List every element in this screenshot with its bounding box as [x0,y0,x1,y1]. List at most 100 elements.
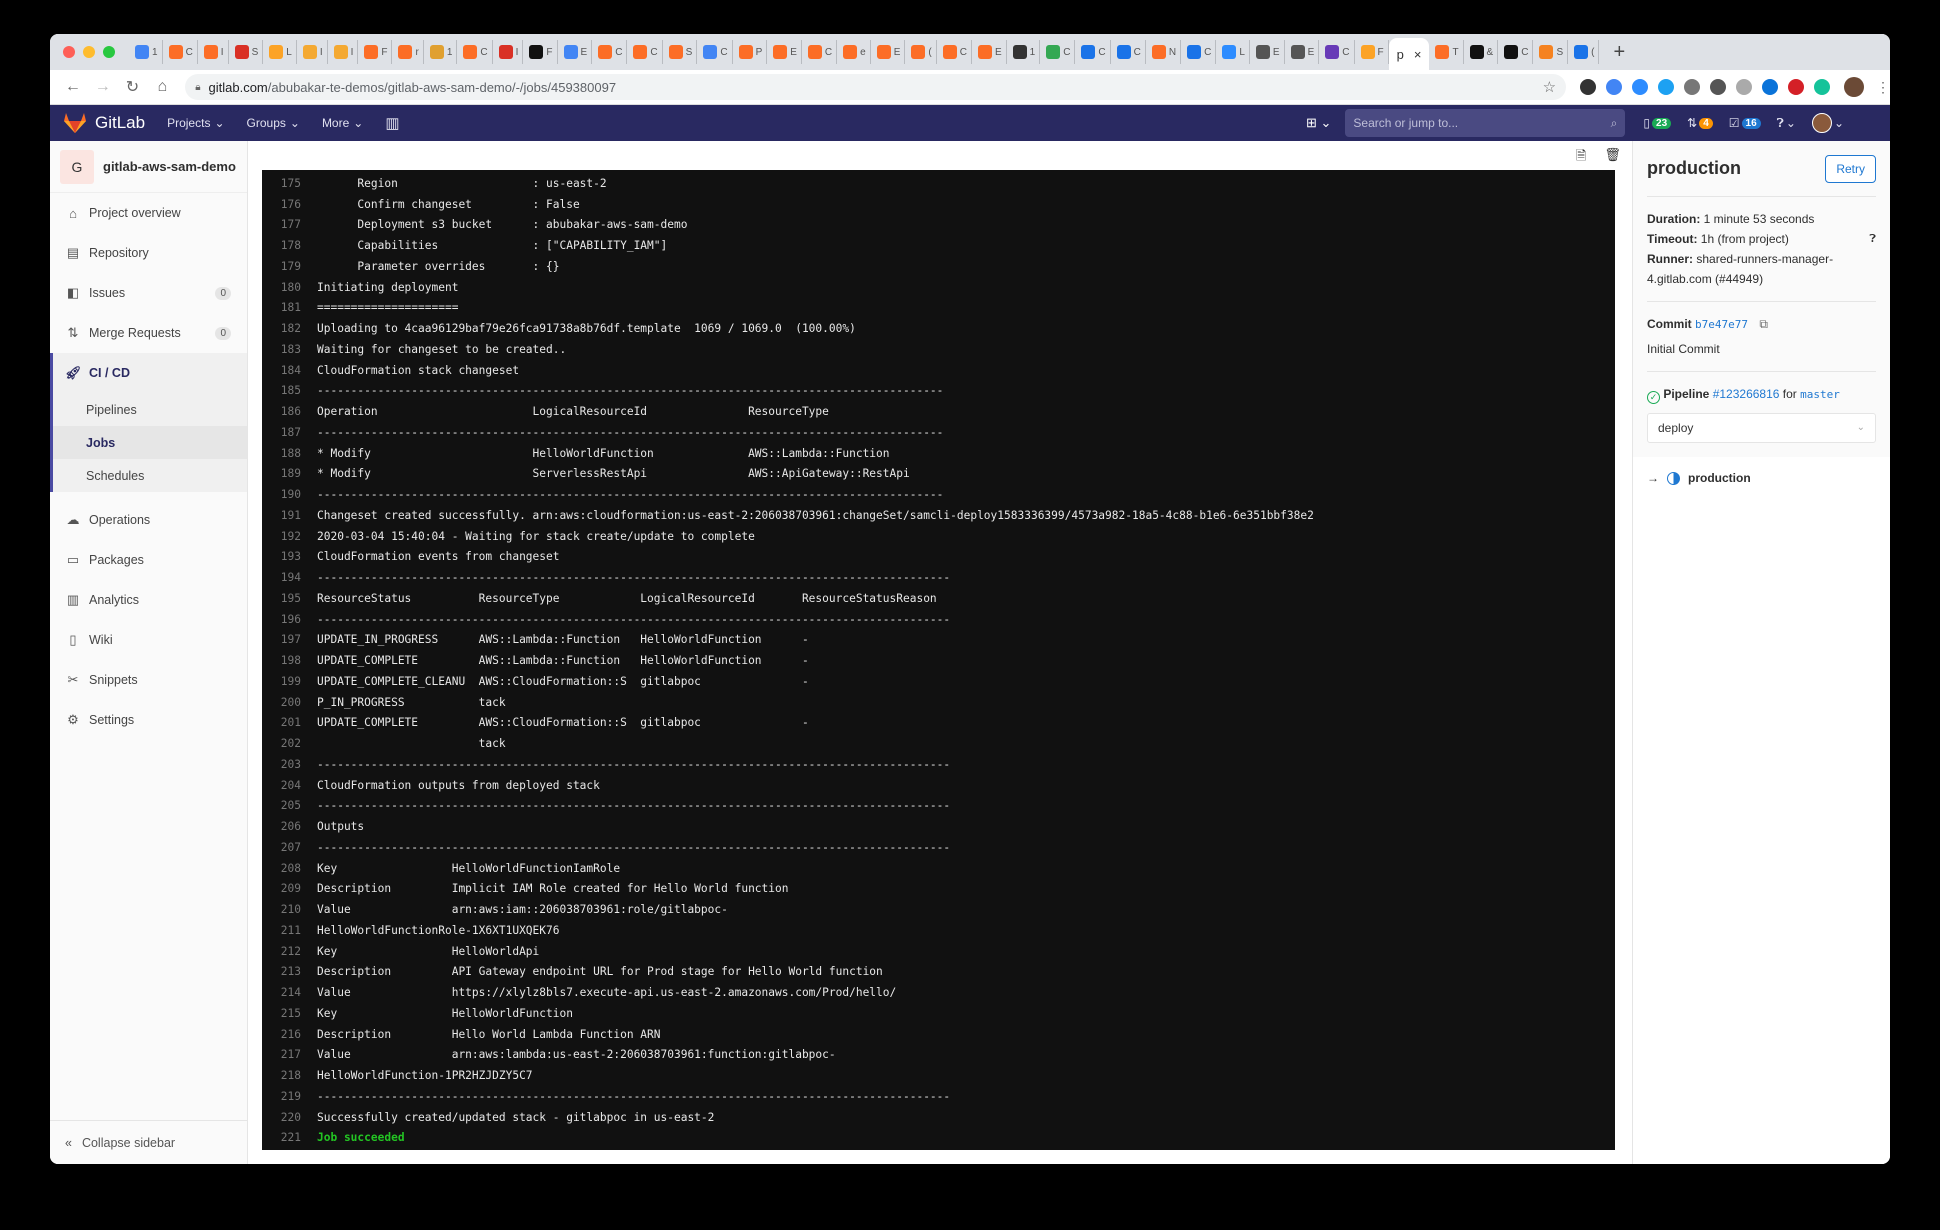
browser-tab[interactable]: E [1285,40,1320,64]
browser-tab[interactable]: S [1533,40,1569,64]
line-number[interactable]: 177 [262,218,317,231]
browser-tab[interactable]: F [358,40,393,64]
sidebar-item-merge-requests[interactable]: ⇅ Merge Requests 0 [50,313,247,353]
raw-log-icon[interactable]: 🗎︎ [1576,147,1586,169]
gitlab-logo[interactable]: GitLab [64,113,145,133]
line-number[interactable]: 191 [262,509,317,522]
line-number[interactable]: 200 [262,696,317,709]
job-list-item[interactable]: → production [1633,457,1890,499]
browser-tab[interactable]: 1 [1007,40,1041,64]
browser-tab[interactable]: I [328,40,359,64]
help-icon[interactable]: ❓︎ [1869,229,1876,249]
line-number[interactable]: 218 [262,1069,317,1082]
line-number[interactable]: 196 [262,613,317,626]
line-number[interactable]: 219 [262,1090,317,1103]
calendar-extension-icon[interactable] [1736,79,1753,95]
browser-tab[interactable]: I [198,40,229,64]
browser-tab[interactable]: C [937,40,972,64]
minimize-window-button[interactable] [83,46,95,58]
browser-tab[interactable]: S [229,40,264,64]
maximize-window-button[interactable] [103,46,115,58]
browser-tab[interactable]: C [163,40,198,64]
line-number[interactable]: 175 [262,177,317,190]
line-number[interactable]: 207 [262,841,317,854]
line-number[interactable]: 195 [262,592,317,605]
forward-icon[interactable]: → [88,78,118,96]
sidebar-item-operations[interactable]: ☁ Operations [50,500,247,540]
browser-tab[interactable]: N [1146,40,1182,64]
browser-tab[interactable]: C [1040,40,1076,64]
browser-tab[interactable]: r [392,40,424,64]
bookmark-star-icon[interactable]: ☆ [1543,78,1556,96]
pocket-extension-icon[interactable] [1710,79,1727,95]
browser-tab[interactable]: L [1216,40,1250,64]
line-number[interactable]: 180 [262,281,317,294]
zoom-extension-icon[interactable] [1632,79,1649,95]
line-number[interactable]: 211 [262,924,317,937]
line-number[interactable]: 201 [262,716,317,729]
sidebar-item-snippets[interactable]: ✂ Snippets [50,660,247,700]
line-number[interactable]: 216 [262,1028,317,1041]
browser-tab[interactable]: C [592,40,628,64]
line-number[interactable]: 202 [262,737,317,750]
line-number[interactable]: 206 [262,820,317,833]
browser-tab[interactable]: I [297,40,328,64]
line-number[interactable]: 199 [262,675,317,688]
new-item-icon[interactable]: ⊞ ⌄ [1306,115,1331,131]
stage-dropdown[interactable]: deploy ⌄ [1647,413,1876,443]
sidebar-item-repository[interactable]: ▤ Repository [50,233,247,273]
browser-tab[interactable]: C [697,40,733,64]
grammarly-extension-icon[interactable] [1814,79,1831,95]
line-number[interactable]: 215 [262,1007,317,1020]
browser-tab[interactable]: 1 [424,40,458,64]
pipeline-link[interactable]: #123266816 [1713,387,1780,401]
line-number[interactable]: 179 [262,260,317,273]
line-number[interactable]: 189 [262,467,317,480]
sidebar-item-settings[interactable]: ⚙ Settings [50,700,247,740]
sidebar-item-project-overview[interactable]: ⌂ Project overview [50,193,247,233]
line-number[interactable]: 209 [262,882,317,895]
issues-counter[interactable]: ▯ 23 [1643,116,1672,130]
line-number[interactable]: 192 [262,530,317,543]
line-number[interactable]: 188 [262,447,317,460]
browser-tab[interactable]: C [1111,40,1146,64]
home-icon[interactable]: ⌂ [147,78,177,96]
nav-projects[interactable]: Projects ⌄ [167,116,224,130]
browser-menu-icon[interactable]: ⋮ [1876,79,1890,96]
browser-tab[interactable]: C [802,40,838,64]
sidebar-item-pipelines[interactable]: Pipelines [53,393,247,426]
browser-tab[interactable]: E [1250,40,1285,64]
new-tab-button[interactable]: + [1613,41,1625,64]
browser-tab[interactable]: I [493,40,524,64]
line-number[interactable]: 217 [262,1048,317,1061]
line-number[interactable]: 194 [262,571,317,584]
browser-tab[interactable]: C [1075,40,1111,64]
line-number[interactable]: 204 [262,779,317,792]
browser-tab[interactable]: 1 [129,40,163,64]
browser-tab[interactable]: E [767,40,802,64]
line-number[interactable]: 186 [262,405,317,418]
collapse-sidebar-button[interactable]: « Collapse sidebar [50,1120,247,1164]
line-number[interactable]: 182 [262,322,317,335]
copy-icon[interactable]: ⧉ [1759,317,1768,331]
line-number[interactable]: 208 [262,862,317,875]
line-number[interactable]: 203 [262,758,317,771]
line-number[interactable]: 205 [262,799,317,812]
browser-tab[interactable]: C [1498,40,1534,64]
line-number[interactable]: 176 [262,198,317,211]
line-number[interactable]: 198 [262,654,317,667]
circle-extension-icon[interactable] [1762,79,1779,95]
browser-tab[interactable]: e [837,40,871,64]
close-tab-icon[interactable]: × [1414,47,1422,62]
line-number[interactable]: 185 [262,384,317,397]
google-translate-extension-icon[interactable] [1606,79,1623,95]
vivaldi-extension-icon[interactable] [1788,79,1805,95]
browser-tab[interactable]: C [457,40,493,64]
browser-tab[interactable]: ( [905,40,937,64]
line-number[interactable]: 210 [262,903,317,916]
line-number[interactable]: 178 [262,239,317,252]
back-icon[interactable]: ← [58,78,88,96]
browser-tab[interactable]: E [871,40,906,64]
browser-tab[interactable]: E [972,40,1007,64]
browser-tab[interactable]: T [1429,40,1464,64]
